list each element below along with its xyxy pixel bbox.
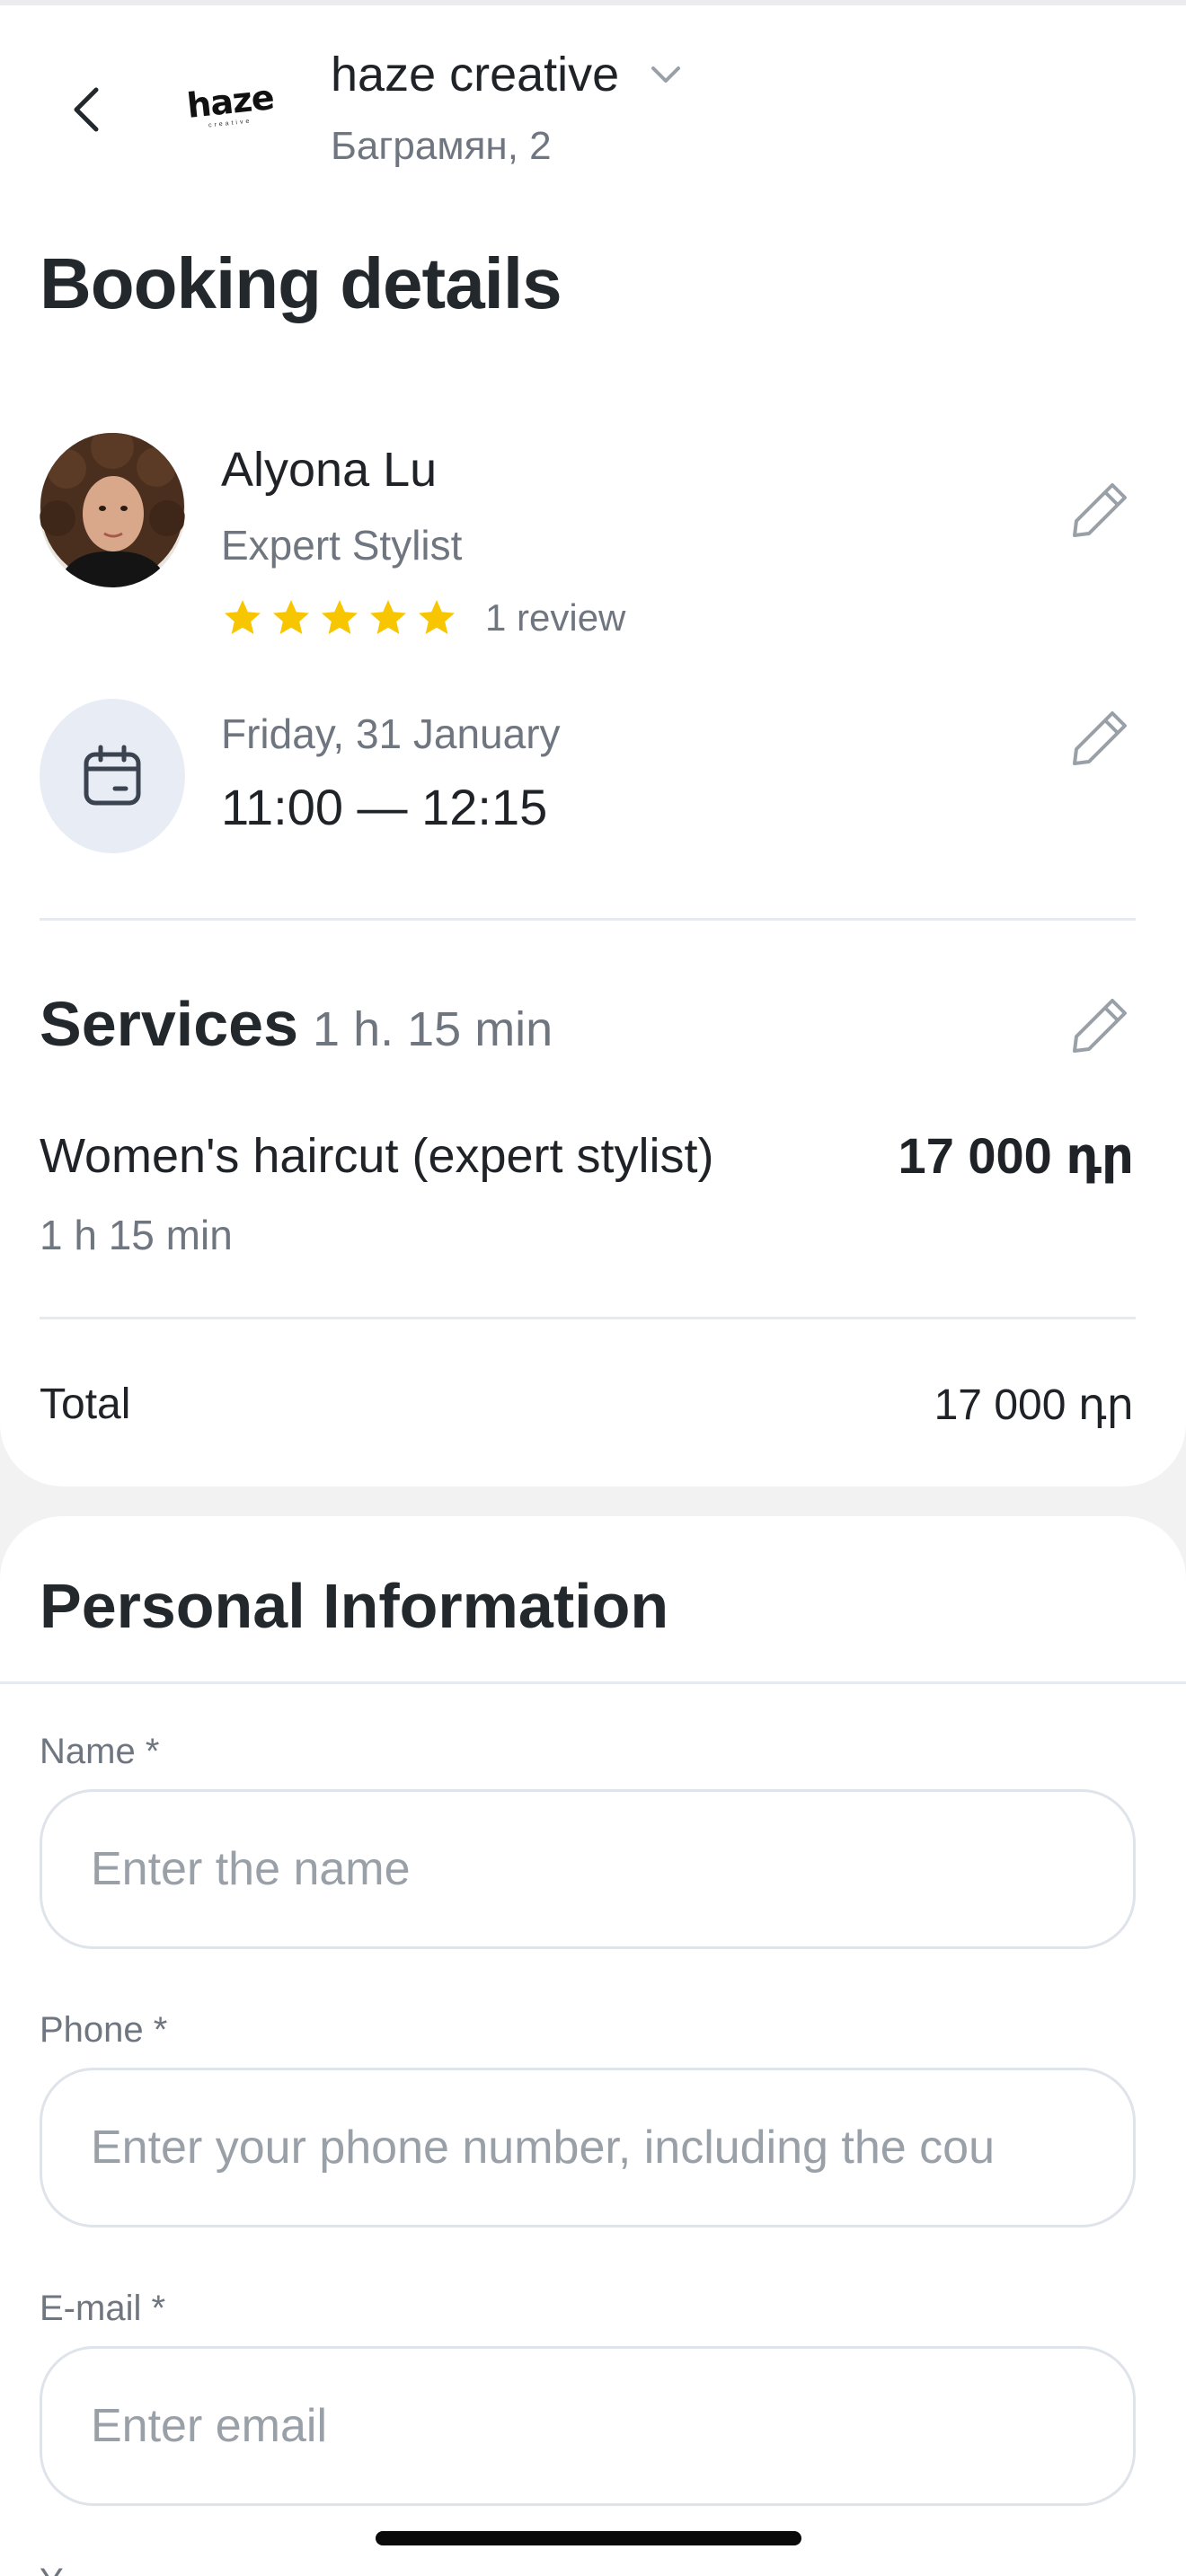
pencil-icon — [1073, 999, 1127, 1053]
services-title: Services — [40, 989, 299, 1059]
home-indicator — [376, 2531, 801, 2545]
total-value: 17 000 դր — [934, 1381, 1134, 1429]
top-strip — [0, 0, 1186, 5]
divider — [40, 1317, 1136, 1319]
services-total-duration: 1 h. 15 min — [313, 1002, 553, 1056]
back-button[interactable] — [56, 74, 119, 146]
personal-info-title: Personal Information — [40, 1571, 669, 1641]
name-field[interactable] — [40, 1789, 1136, 1949]
divider — [40, 918, 1136, 921]
phone-field[interactable] — [40, 2068, 1136, 2228]
salon-logo: haze creative — [176, 65, 284, 146]
avatar — [40, 433, 185, 587]
star-icon — [322, 600, 358, 634]
next-field-label: Y — [40, 2562, 64, 2576]
star-icon — [273, 600, 309, 634]
edit-datetime-button[interactable] — [1064, 702, 1136, 774]
service-price: 17 000 դր — [898, 1127, 1134, 1184]
salon-logo-text: haze — [184, 76, 276, 126]
edit-staff-button[interactable] — [1064, 474, 1136, 546]
page-title: Booking details — [40, 243, 562, 323]
email-field[interactable] — [40, 2346, 1136, 2506]
divider — [0, 1681, 1186, 1684]
phone-label: Phone * — [40, 2010, 168, 2050]
star-icon — [419, 600, 455, 634]
total-label: Total — [40, 1381, 131, 1428]
calendar-icon — [84, 745, 141, 806]
star-icon — [370, 600, 406, 634]
back-arrow-icon — [74, 87, 99, 132]
appointment-date: Friday, 31 January — [221, 710, 561, 757]
email-label: E-mail * — [40, 2289, 166, 2328]
rating-stars — [221, 596, 458, 640]
staff-role: Expert Stylist — [221, 522, 463, 569]
salon-address: Баграмян, 2 — [331, 124, 552, 168]
review-count: 1 review — [485, 596, 626, 639]
salon-selector[interactable]: haze creative — [331, 43, 682, 106]
service-name: Women's haircut (expert stylist) — [40, 1129, 714, 1183]
service-duration: 1 h 15 min — [40, 1212, 233, 1258]
pencil-icon — [1073, 483, 1127, 537]
pencil-icon — [1073, 711, 1127, 765]
star-icon — [225, 600, 261, 634]
booking-details-screen: haze creative haze creative Баграмян, 2 … — [0, 0, 1186, 2576]
chevron-down-icon — [650, 64, 682, 85]
name-label: Name * — [40, 1732, 160, 1771]
appointment-time: 11:00 — 12:15 — [221, 779, 548, 835]
calendar-badge — [40, 699, 185, 853]
services-heading: Services 1 h. 15 min — [40, 988, 553, 1060]
booking-summary-card: haze creative haze creative Баграмян, 2 … — [0, 0, 1186, 1486]
salon-name: haze creative — [331, 48, 620, 101]
edit-services-button[interactable] — [1064, 990, 1136, 1062]
staff-rating: 1 review — [221, 593, 625, 643]
staff-name: Alyona Lu — [221, 443, 438, 497]
